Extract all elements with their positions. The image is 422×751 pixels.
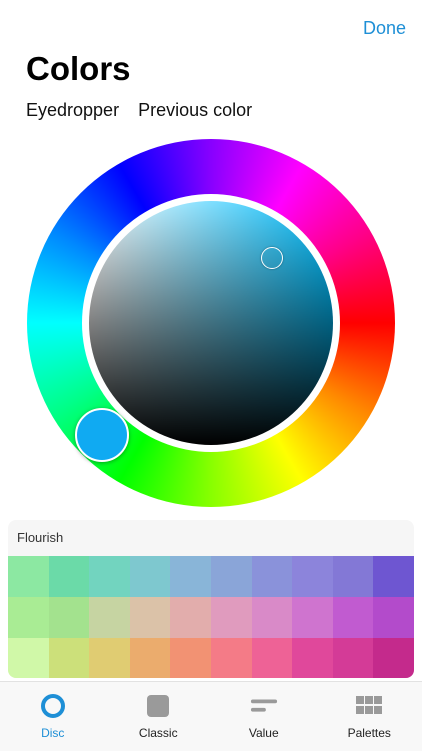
color-swatch[interactable] <box>373 638 414 678</box>
eyedropper-button[interactable]: Eyedropper <box>26 100 119 121</box>
tab-label: Disc <box>41 726 65 740</box>
color-swatch[interactable] <box>129 638 171 678</box>
color-swatch[interactable] <box>251 597 293 638</box>
slider-lines-icon <box>250 692 278 720</box>
page-title: Colors <box>26 50 131 87</box>
disc-icon <box>39 692 67 720</box>
tab-palettes[interactable]: Palettes <box>324 682 414 751</box>
color-swatch[interactable] <box>170 638 211 678</box>
color-swatch[interactable] <box>332 597 374 638</box>
color-swatch[interactable] <box>292 638 333 678</box>
color-swatch[interactable] <box>129 556 171 597</box>
color-swatch[interactable] <box>8 597 49 638</box>
color-swatch[interactable] <box>89 597 130 638</box>
color-swatch[interactable] <box>48 638 90 678</box>
color-swatch[interactable] <box>170 597 211 638</box>
color-swatch[interactable] <box>332 556 374 597</box>
color-swatch[interactable] <box>210 597 252 638</box>
color-swatch[interactable] <box>89 556 130 597</box>
color-swatch[interactable] <box>89 638 130 678</box>
tab-label: Classic <box>138 726 178 740</box>
previous-color-button[interactable]: Previous color <box>138 100 252 121</box>
color-swatch[interactable] <box>8 556 49 597</box>
hue-ring[interactable] <box>27 139 395 507</box>
color-swatch[interactable] <box>332 638 374 678</box>
done-button[interactable]: Done <box>359 14 410 43</box>
tab-label: Palettes <box>347 726 391 740</box>
square-icon <box>144 692 172 720</box>
color-swatch[interactable] <box>373 597 414 638</box>
color-swatch[interactable] <box>251 638 293 678</box>
color-swatch[interactable] <box>129 597 171 638</box>
color-swatch[interactable] <box>292 597 333 638</box>
tab-label: Value <box>248 726 279 740</box>
color-swatch[interactable] <box>48 597 90 638</box>
color-swatch[interactable] <box>210 638 252 678</box>
palette-panel: Flourish <box>8 520 414 678</box>
color-swatch[interactable] <box>373 556 414 597</box>
color-swatch[interactable] <box>48 556 90 597</box>
grid-icon <box>355 692 383 720</box>
color-swatch[interactable] <box>292 556 333 597</box>
color-swatch[interactable] <box>251 556 293 597</box>
color-swatch[interactable] <box>8 638 49 678</box>
color-swatch[interactable] <box>170 556 211 597</box>
color-swatch[interactable] <box>210 556 252 597</box>
tab-classic[interactable]: Classic <box>113 682 203 751</box>
saturation-brightness-disc[interactable] <box>89 201 333 445</box>
tab-value[interactable]: Value <box>219 682 309 751</box>
hue-knob[interactable] <box>75 408 129 462</box>
swatch-grid <box>8 556 414 678</box>
tool-row: Eyedropper Previous color <box>26 100 252 121</box>
tab-bar: Disc Classic Value Palettes <box>0 681 422 751</box>
palette-name: Flourish <box>17 530 64 545</box>
saturation-knob[interactable] <box>261 247 283 269</box>
tab-disc[interactable]: Disc <box>8 682 98 751</box>
